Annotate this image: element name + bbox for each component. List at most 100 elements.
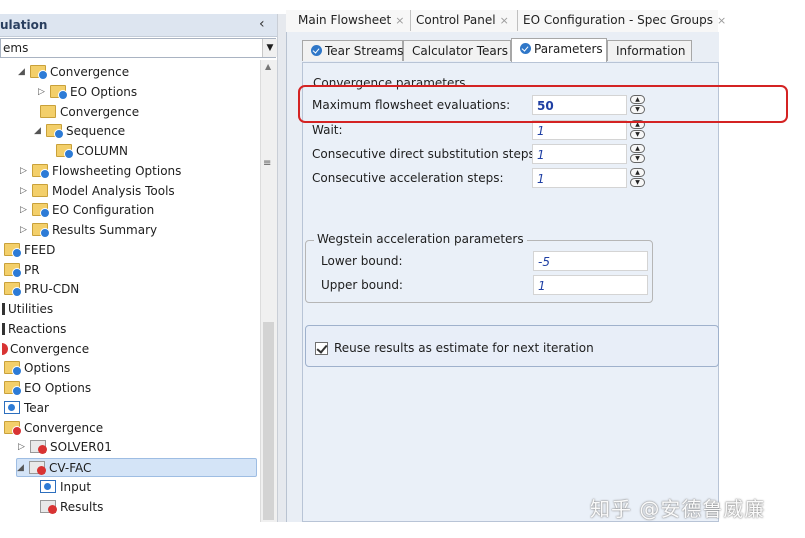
tree-item-column[interactable]: COLUMN [54,142,128,161]
watermark: 知乎 @安德鲁威廉 [590,497,766,521]
error-icon [40,499,57,514]
folder-check-icon [50,84,68,100]
tree-item-label: Flowsheeting Options [52,163,182,178]
lower-bound-field[interactable]: -5 [533,251,648,271]
reuse-results-group: Reuse results as estimate for next itera… [305,325,719,367]
error-icon [30,440,47,455]
tree-item-eo-options[interactable]: ▷ EO Options [38,83,137,102]
spin-down-icon[interactable]: ▼ [630,154,645,163]
expand-arrow-icon[interactable]: ▷ [20,162,32,181]
chevron-down-icon[interactable]: ▼ [262,39,277,57]
tree-item-model-analysis-tools[interactable]: ▷ Model Analysis Tools [20,182,175,201]
acceleration-steps-stepper[interactable]: ▲ ▼ [630,168,646,188]
tree-item-eo-configuration[interactable]: ▷ EO Configuration [20,201,154,220]
tree-item-cv-fac[interactable]: ◢ CV-FAC [16,458,257,477]
tree-item-solver01[interactable]: ▷ SOLVER01 [18,438,112,457]
expand-arrow-icon[interactable]: ▷ [18,438,30,457]
folder-icon [40,104,56,118]
navigation-tree: ◢ Convergence ▷ EO Options Convergence ◢ Seque… [0,60,260,522]
tree-item-label: Tear [24,400,49,415]
expand-arrow-icon[interactable]: ▷ [20,201,32,220]
check-circle-icon [520,43,531,54]
navigation-scrollbar[interactable]: ▲ ≡ [260,60,277,522]
expand-arrow-icon[interactable]: ▷ [20,182,32,201]
pane-splitter[interactable] [277,14,286,522]
navigation-title: ulation [0,18,48,32]
tree-item-label: Convergence [50,65,130,79]
spin-up-icon[interactable]: ▲ [630,168,645,177]
close-icon[interactable]: × [500,14,509,27]
tree-item-flowsheeting-options[interactable]: ▷ Flowsheeting Options [20,162,181,181]
tab-eo-configuration-spec-groups[interactable]: EO Configuration - Spec Groups × [517,10,726,31]
lower-bound-label: Lower bound: [321,254,403,268]
tree-item-sequence[interactable]: ◢ Sequence [34,122,125,141]
tree-item-label: Convergence [24,420,104,435]
tree-item-convergence[interactable]: Convergence [0,340,89,359]
tree-item-convergence[interactable]: Convergence [38,103,139,122]
spin-up-icon[interactable]: ▲ [630,144,645,153]
convergence-error-icon [2,342,8,355]
collapse-arrow-icon[interactable]: ◢ [17,459,29,478]
direct-substitution-label: Consecutive direct substitution steps: [312,147,539,161]
direct-substitution-stepper[interactable]: ▲ ▼ [630,144,646,164]
scrollbar-thumb[interactable] [263,322,274,520]
tree-item-label: Reactions [8,321,67,336]
tree-item-feed[interactable]: FEED [2,241,55,260]
folder-check-icon [4,361,22,377]
tree-item-label: Results Summary [52,223,158,237]
tab-tear-streams[interactable]: Tear Streams [302,40,403,61]
tree-item-label: Model Analysis Tools [52,183,175,198]
document-tab-strip: Main Flowsheet × Control Panel × EO Config… [286,10,726,32]
reuse-results-checkbox[interactable] [315,342,328,355]
collapse-arrow-icon[interactable]: ◢ [34,122,46,141]
tree-item-tear[interactable]: Tear [2,399,49,418]
tab-label: Main Flowsheet [298,13,392,27]
tree-item-utilities[interactable]: Utilities [0,300,53,319]
tree-item-label: FEED [24,242,56,257]
tab-control-panel[interactable]: Control Panel × [410,10,518,31]
tree-item-pr[interactable]: PR [2,261,40,280]
spin-down-icon[interactable]: ▼ [630,130,645,139]
tree-item-results-summary[interactable]: ▷ Results Summary [20,221,157,240]
tab-main-flowsheet[interactable]: Main Flowsheet × [292,10,411,31]
wait-field[interactable]: 1 [532,120,627,140]
tab-information[interactable]: Information [607,40,692,61]
close-icon[interactable]: × [395,14,404,27]
collapse-arrow-icon[interactable]: ◢ [18,63,30,82]
tab-label: Information [616,44,686,58]
tree-item-options[interactable]: Options [2,359,70,378]
tab-calculator-tears[interactable]: Calculator Tears [403,40,511,61]
folder-check-icon [56,144,74,159]
tree-item-convergence[interactable]: Convergence [2,419,103,438]
tree-item-label: PRU-CDN [24,282,80,297]
tree-item-reactions[interactable]: Reactions [0,320,66,339]
tree-item-convergence[interactable]: ◢ Convergence [18,63,129,82]
folder-check-icon [32,163,50,179]
tab-label: Control Panel [416,13,496,27]
parameters-panel: Convergence parameters Maximum flowsheet… [302,62,719,522]
tab-label: EO Configuration - Spec Groups [523,13,713,27]
tree-item-results[interactable]: Results [38,498,103,517]
tab-parameters[interactable]: Parameters [511,38,607,62]
tab-label: Parameters [534,42,603,56]
expand-arrow-icon[interactable]: ▷ [38,83,50,102]
spin-down-icon[interactable]: ▼ [630,178,645,187]
expand-arrow-icon[interactable]: ▷ [20,221,32,240]
direct-substitution-field[interactable]: 1 [532,144,627,164]
scroll-up-icon[interactable]: ▲ [265,62,271,71]
collapse-pane-icon[interactable]: ‹ [259,16,265,32]
navigation-header: ulation ‹ [0,14,277,37]
tree-item-pru-cdn[interactable]: PRU-CDN [2,280,79,299]
tree-item-label: EO Configuration [52,203,155,218]
acceleration-steps-field[interactable]: 1 [532,168,627,188]
upper-bound-field[interactable]: 1 [533,275,648,295]
close-icon[interactable]: × [717,14,726,27]
tree-item-eo-options[interactable]: EO Options [2,379,91,398]
navigation-filter-dropdown[interactable]: ems ▼ [0,38,277,58]
wait-stepper[interactable]: ▲ ▼ [630,120,646,140]
error-icon [29,461,46,475]
document-check-icon [40,479,56,493]
tree-item-input[interactable]: Input [38,478,91,497]
folder-icon [32,183,48,197]
tree-item-label: Results [60,499,104,514]
